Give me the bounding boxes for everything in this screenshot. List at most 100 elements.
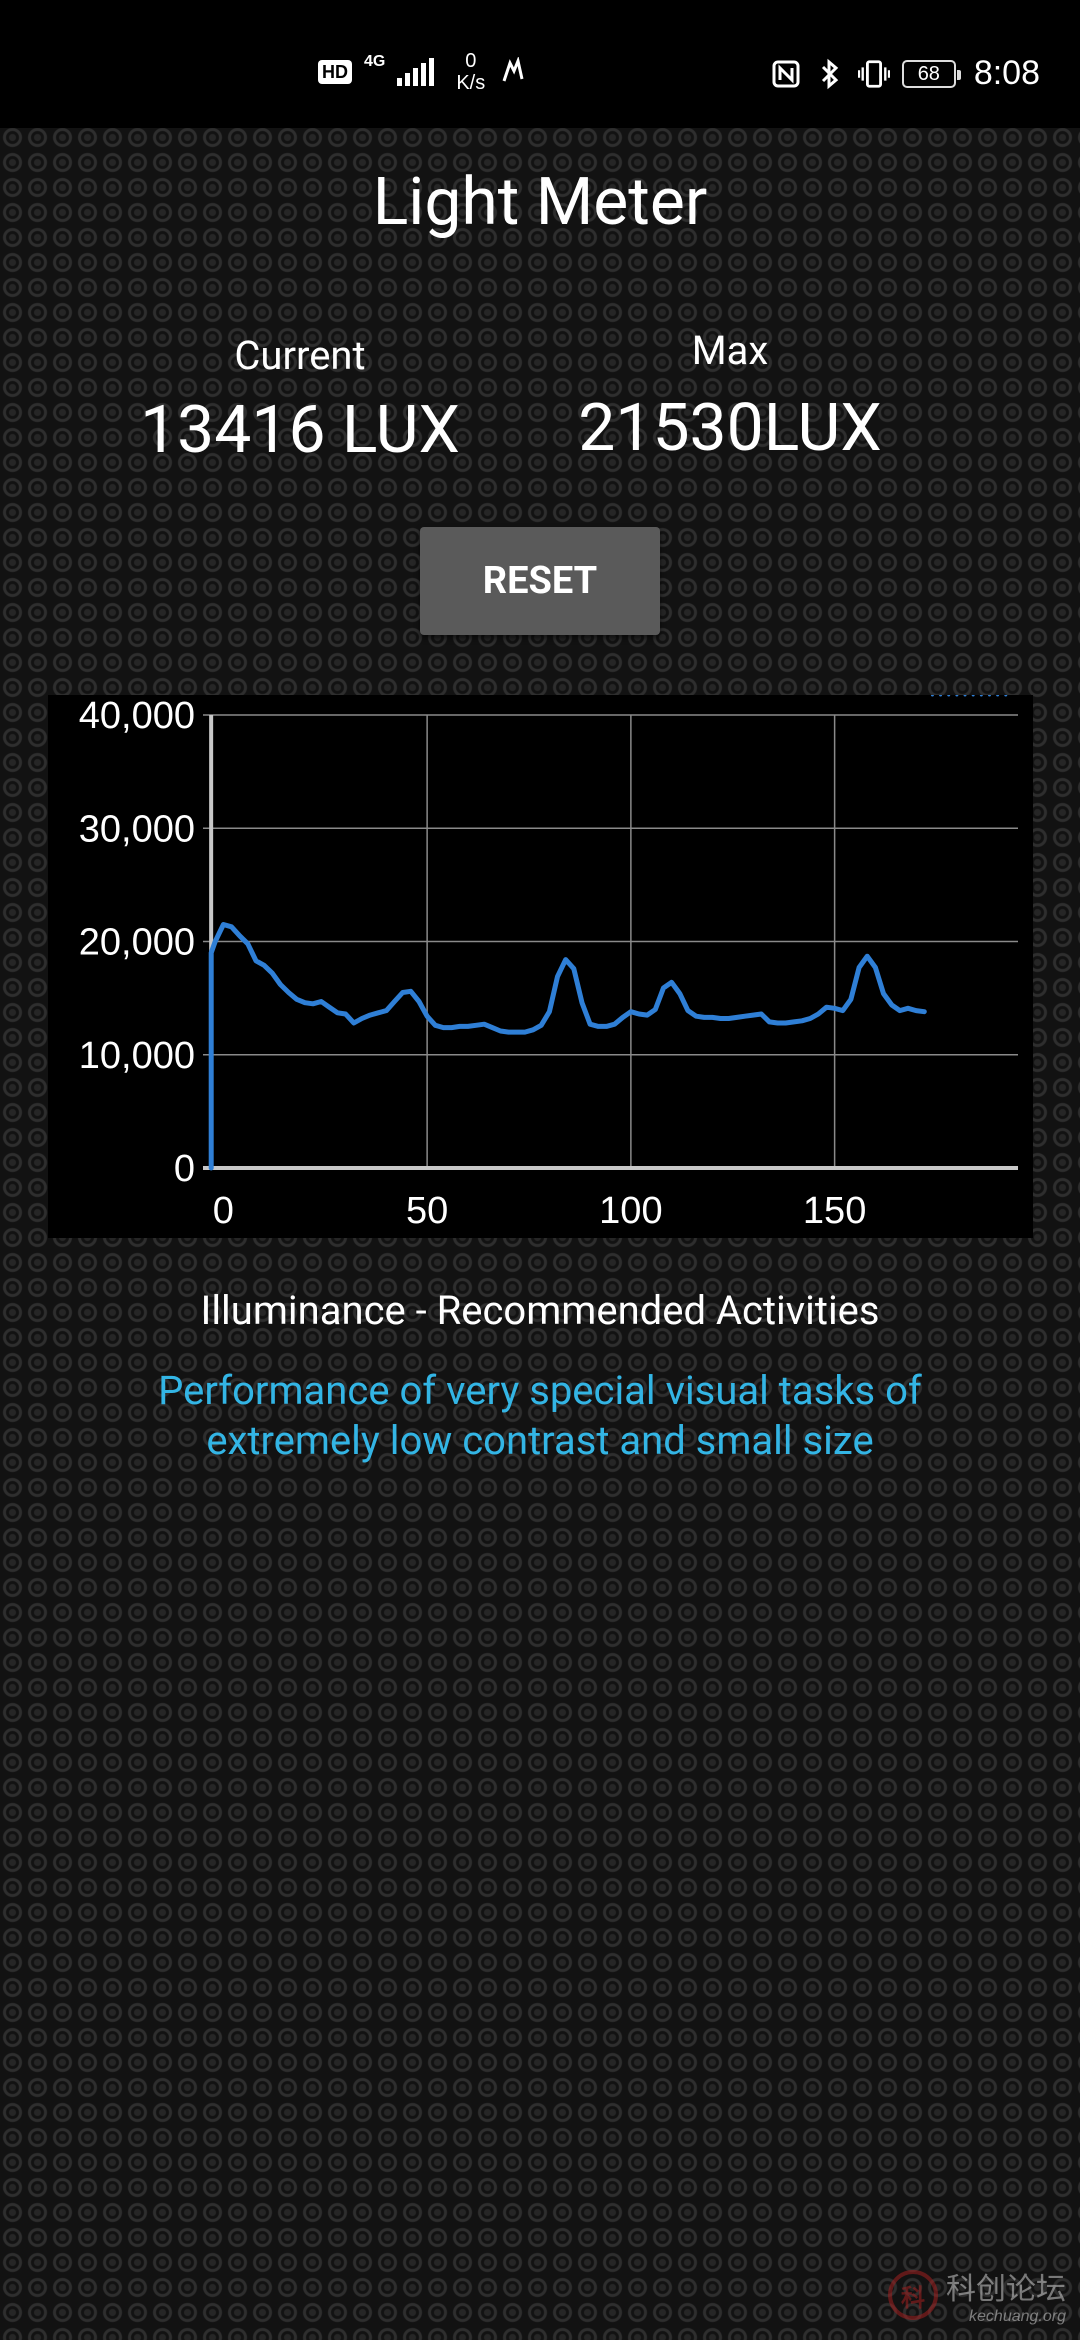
hd-badge: HD	[318, 60, 352, 84]
chart-data-point	[596, 1024, 600, 1028]
chart-data-point	[303, 1001, 307, 1005]
chart-data-point	[319, 1000, 323, 1004]
chart-data-point	[971, 695, 975, 697]
chart-data-point	[637, 1012, 641, 1016]
chart-data-point	[784, 1021, 788, 1025]
lux-chart: 0 10,000 20,000 30,000 40,000 0 50 100 150	[48, 695, 1033, 1238]
chart-data-point	[531, 1028, 535, 1032]
clock: 8:08	[973, 54, 1040, 92]
chart-data-point	[792, 1020, 796, 1024]
chart-data-point	[458, 1024, 462, 1028]
max-label: Max	[691, 327, 769, 374]
chart-data-point	[209, 951, 213, 955]
chart-data-point	[450, 1026, 454, 1030]
chart-data-point	[702, 1015, 706, 1019]
chart-data-point	[384, 1009, 388, 1013]
network-type: 4G	[364, 53, 386, 70]
chart-y-tick-label: 10,000	[79, 1035, 195, 1077]
reset-button[interactable]: RESET	[420, 527, 660, 635]
watermark-name: 科创论坛	[946, 2272, 1066, 2307]
chart-data-point	[539, 1023, 543, 1027]
chart-data-point	[914, 1009, 918, 1013]
chart-data-point	[376, 1011, 380, 1015]
chart-y-tick-label: 30,000	[79, 808, 195, 850]
chart-data-point	[841, 1009, 845, 1013]
chart-data-point	[270, 971, 274, 975]
chart-data-point	[833, 1006, 837, 1010]
chart-data-point	[604, 1024, 608, 1028]
chart-data-point	[262, 963, 266, 967]
chart-data-point	[295, 997, 299, 1001]
light-meter-screen: HD 4G 0 K/s 68 8:08 Light Meter Current …	[0, 0, 1080, 2340]
watermark-logo: 科	[888, 2270, 938, 2320]
signal-strength-icon	[397, 58, 435, 86]
chart-data-point	[327, 1005, 331, 1009]
current-value: 13416 LUX	[140, 392, 460, 469]
chart-data-point	[979, 695, 983, 697]
chart-data-point	[776, 1021, 780, 1025]
chart-data-point	[727, 1017, 731, 1021]
chart-data-point	[433, 1023, 437, 1027]
chart-series-line	[208, 922, 927, 1171]
chart-data-point	[238, 934, 242, 938]
chart-data-point	[213, 940, 217, 943]
chart-data-point	[963, 695, 967, 697]
chart-data-point	[409, 989, 413, 993]
chart-data-point	[735, 1015, 739, 1019]
chart-data-point	[564, 958, 568, 962]
network-speed: 0 K/s	[456, 50, 485, 94]
network-speed-value: 0	[465, 50, 477, 72]
recommendation-heading: Illuminance - Recommended Activities	[200, 1287, 880, 1334]
chart-data-point	[580, 1001, 584, 1005]
chart-data-point	[857, 966, 861, 970]
chart-data-point	[824, 1005, 828, 1009]
chart-x-tick-label: 150	[803, 1190, 866, 1232]
chart-data-point	[352, 1021, 356, 1025]
chart-data-point	[661, 986, 665, 990]
chart-data-point	[466, 1024, 470, 1028]
chart-data-point	[417, 1000, 421, 1004]
chart-data-point	[246, 942, 250, 946]
chart-data-point	[547, 1010, 551, 1014]
chart-data-point	[613, 1022, 617, 1026]
chart-data-point	[621, 1015, 625, 1019]
chart-data-point	[209, 1166, 213, 1170]
nfc-icon	[770, 58, 802, 90]
chart-data-point	[694, 1014, 698, 1018]
battery-icon: 68	[901, 59, 961, 88]
chart-data-point	[710, 1015, 714, 1019]
chart-data-point	[987, 695, 991, 697]
bluetooth-icon	[814, 58, 846, 90]
chart-data-point	[629, 1010, 633, 1014]
chart-data-point	[890, 1003, 894, 1007]
recommendation-text: Performance of very special visual tasks…	[158, 1367, 922, 1464]
status-bar-right: 68 8:08	[770, 54, 1040, 93]
chart-data-point	[759, 1012, 763, 1016]
watermark-text: 科创论坛 kechuang.org	[946, 2264, 1066, 2326]
chart-data-point	[849, 997, 853, 1001]
chart-y-tick-label: 40,000	[79, 695, 195, 737]
chart-data-point	[572, 967, 576, 971]
chart-data-point	[645, 1013, 649, 1017]
chart-data-point	[1004, 695, 1008, 697]
chart-data-point	[816, 1012, 820, 1016]
chart-data-point	[498, 1029, 502, 1033]
vibrate-icon	[857, 58, 890, 90]
chart-data-point	[523, 1030, 527, 1034]
chart-data-point	[490, 1026, 494, 1030]
lux-chart-svg: 0 10,000 20,000 30,000 40,000 0 50 100 150	[79, 695, 1018, 1232]
chart-data-point	[686, 1009, 690, 1013]
chart-data-point	[441, 1026, 445, 1030]
status-bar-left: HD 4G 0 K/s	[318, 50, 529, 94]
max-value: 21530LUX	[578, 390, 882, 467]
chart-data-point	[996, 695, 1000, 697]
chart-x-tick-label: 100	[599, 1190, 662, 1232]
chart-data-point	[939, 695, 943, 697]
chart-data-point	[287, 990, 291, 994]
chart-data-point	[678, 992, 682, 996]
chart-data-point	[873, 966, 877, 970]
chart-data-point	[474, 1023, 478, 1027]
page-title: Light Meter	[372, 164, 708, 241]
chart-data-point	[922, 1010, 926, 1014]
chart-data-point	[653, 1007, 657, 1011]
